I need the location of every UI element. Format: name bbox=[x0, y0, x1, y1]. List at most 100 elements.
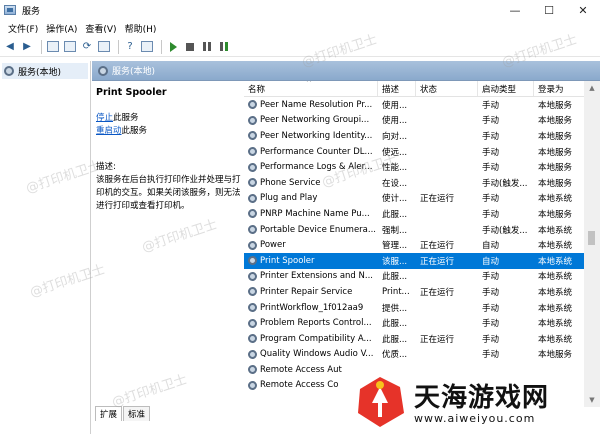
vertical-scrollbar[interactable]: ▲ ▼ bbox=[584, 81, 600, 407]
service-startup-type-cell: 手动 bbox=[482, 350, 500, 361]
service-status-cell: 正在运行 bbox=[420, 241, 455, 252]
brand-emblem-icon bbox=[352, 373, 408, 429]
service-gear-icon bbox=[248, 318, 257, 328]
restart-service-suffix: 此服务 bbox=[121, 126, 148, 136]
scrollbar-thumb[interactable] bbox=[588, 231, 595, 245]
service-actions: 停止此服务 重启动此服务 bbox=[96, 112, 240, 138]
back-arrow-icon[interactable]: ◀ bbox=[3, 40, 17, 54]
menu-action[interactable]: 操作(A) bbox=[42, 22, 81, 35]
service-gear-icon bbox=[248, 271, 257, 281]
toolbar-divider bbox=[41, 39, 42, 54]
console-tree-icon[interactable] bbox=[46, 40, 60, 54]
menu-help[interactable]: 帮助(H) bbox=[121, 22, 161, 35]
service-row[interactable]: Quality Windows Audio V... 优质... 手动 本地服务 bbox=[244, 347, 600, 363]
toolbar: ◀ ▶ ⟳ ? bbox=[0, 37, 600, 57]
service-name-cell: Portable Device Enumera... bbox=[244, 225, 378, 235]
service-log-on-as-cell: 本地系统 bbox=[538, 194, 573, 205]
show-pane-icon[interactable] bbox=[140, 40, 154, 54]
service-row[interactable]: Power 管理... 正在运行 自动 本地系统 bbox=[244, 237, 600, 253]
service-gear-icon bbox=[248, 131, 257, 141]
service-gear-icon bbox=[248, 115, 257, 125]
service-status-cell: 正在运行 bbox=[420, 194, 455, 205]
service-startup-type-cell: 手动 bbox=[482, 209, 500, 220]
service-startup-type-cell: 手动 bbox=[482, 147, 500, 158]
service-startup-type-cell: 自动 bbox=[482, 241, 500, 252]
service-gear-icon bbox=[248, 256, 257, 266]
description-text: 该服务在后台执行打印作业并处理与打印机的交互。如果关闭该服务，则无法进行打印或查… bbox=[96, 175, 241, 211]
service-name-cell: Print Spooler bbox=[244, 256, 378, 266]
tree-item-services-local[interactable]: 服务(本地) bbox=[2, 63, 88, 79]
service-gear-icon bbox=[248, 365, 257, 375]
service-row[interactable]: Peer Networking Groupi... 使用... 手动 本地服务 bbox=[244, 113, 600, 129]
scroll-up-arrow-icon[interactable]: ▲ bbox=[584, 81, 600, 95]
service-row[interactable]: Problem Reports Control... 此服... 手动 本地系统 bbox=[244, 315, 600, 331]
forward-arrow-icon[interactable]: ▶ bbox=[20, 40, 34, 54]
service-log-on-as-cell: 本地系统 bbox=[538, 225, 573, 236]
column-header-status[interactable]: 状态 bbox=[416, 81, 478, 96]
console-tree: 服务(本地) bbox=[0, 61, 91, 434]
service-row[interactable]: Portable Device Enumera... 强制... 手动(触发... 本… bbox=[244, 222, 600, 238]
service-name-cell: Quality Windows Audio V... bbox=[244, 349, 378, 359]
service-name-cell: Peer Networking Groupi... bbox=[244, 115, 378, 125]
column-header-name[interactable]: ^ 名称 bbox=[244, 81, 378, 96]
service-gear-icon bbox=[248, 225, 257, 235]
toolbar-divider bbox=[118, 39, 119, 54]
minimize-button[interactable]: — bbox=[498, 0, 532, 20]
maximize-button[interactable]: ☐ bbox=[532, 0, 566, 20]
service-row[interactable]: Printer Repair Service Print... 正在运行 手动 本地系统 bbox=[244, 284, 600, 300]
refresh-icon[interactable]: ⟳ bbox=[80, 40, 94, 54]
service-description-cell: 强制... bbox=[382, 225, 408, 236]
service-row[interactable]: Print Spooler 该服... 正在运行 自动 本地系统 bbox=[244, 252, 600, 269]
services-gear-icon bbox=[4, 66, 14, 76]
service-status-cell: 正在运行 bbox=[420, 287, 455, 298]
sort-ascending-icon: ^ bbox=[306, 81, 312, 87]
properties-icon[interactable] bbox=[63, 40, 77, 54]
service-name-cell: Performance Logs & Aler... bbox=[244, 162, 378, 172]
service-startup-type-cell: 手动 bbox=[482, 287, 500, 298]
services-rows: Peer Name Resolution Pr... 使用... 手动 本地服务 Pee… bbox=[244, 97, 600, 393]
service-row[interactable]: Program Compatibility A... 此服... 正在运行 手动 本地系… bbox=[244, 331, 600, 347]
service-startup-type-cell: 手动 bbox=[482, 194, 500, 205]
service-row[interactable]: Performance Counter DL... 使远... 手动 本地服务 bbox=[244, 144, 600, 160]
start-service-icon[interactable] bbox=[166, 40, 180, 54]
menu-view[interactable]: 查看(V) bbox=[81, 22, 120, 35]
menu-file[interactable]: 文件(F) bbox=[4, 22, 42, 35]
restart-service-link[interactable]: 重启动 bbox=[96, 126, 122, 136]
stop-service-icon[interactable] bbox=[183, 40, 197, 54]
service-name-heading: Print Spooler bbox=[96, 87, 167, 98]
tree-item-label: 服务(本地) bbox=[18, 67, 62, 78]
service-name-cell: Program Compatibility A... bbox=[244, 334, 378, 344]
service-gear-icon bbox=[248, 240, 257, 250]
service-gear-icon bbox=[248, 380, 257, 390]
service-row[interactable]: Phone Service 在设... 手动(触发... 本地服务 bbox=[244, 175, 600, 191]
service-row[interactable]: Performance Logs & Aler... 性能... 手动 本地服务 bbox=[244, 159, 600, 175]
service-row[interactable]: Peer Name Resolution Pr... 使用... 手动 本地服务 bbox=[244, 97, 600, 113]
service-name-cell: Problem Reports Control... bbox=[244, 318, 378, 328]
service-startup-type-cell: 手动 bbox=[482, 131, 500, 142]
column-header-startup-type[interactable]: 启动类型 bbox=[478, 81, 534, 96]
export-list-icon[interactable] bbox=[97, 40, 111, 54]
service-row[interactable]: Printer Extensions and N... 此服... 手动 本地系统 bbox=[244, 269, 600, 285]
column-header-description[interactable]: 描述 bbox=[378, 81, 416, 96]
service-log-on-as-cell: 本地服务 bbox=[538, 116, 573, 127]
service-row[interactable]: PNRP Machine Name Pu... 此服... 手动 本地服务 bbox=[244, 206, 600, 222]
stop-service-link[interactable]: 停止 bbox=[96, 113, 113, 123]
tab-extended[interactable]: 扩展 bbox=[95, 406, 123, 421]
service-name-cell: Phone Service bbox=[244, 178, 378, 188]
service-row[interactable]: Plug and Play 使计... 正在运行 手动 本地系统 bbox=[244, 191, 600, 207]
column-header-log-on-as[interactable]: 登录为 bbox=[534, 81, 586, 96]
help-icon[interactable]: ? bbox=[123, 40, 137, 54]
service-name-cell: Power bbox=[244, 240, 378, 250]
service-row[interactable]: PrintWorkflow_1f012aa9 提供... 手动 本地系统 bbox=[244, 300, 600, 316]
close-button[interactable]: ✕ bbox=[566, 0, 600, 20]
pause-service-icon[interactable] bbox=[200, 40, 214, 54]
service-log-on-as-cell: 本地系统 bbox=[538, 256, 573, 267]
menu-bar: 文件(F) 操作(A) 查看(V) 帮助(H) bbox=[0, 20, 600, 36]
tab-standard[interactable]: 标准 bbox=[123, 406, 151, 421]
service-row[interactable]: Peer Networking Identity... 向对... 手动 本地服务 bbox=[244, 128, 600, 144]
restart-service-icon[interactable] bbox=[217, 40, 231, 54]
service-description-cell: Print... bbox=[382, 286, 410, 297]
toolbar-divider bbox=[161, 39, 162, 54]
service-log-on-as-cell: 本地系统 bbox=[538, 319, 573, 330]
service-name-cell: Performance Counter DL... bbox=[244, 147, 378, 157]
